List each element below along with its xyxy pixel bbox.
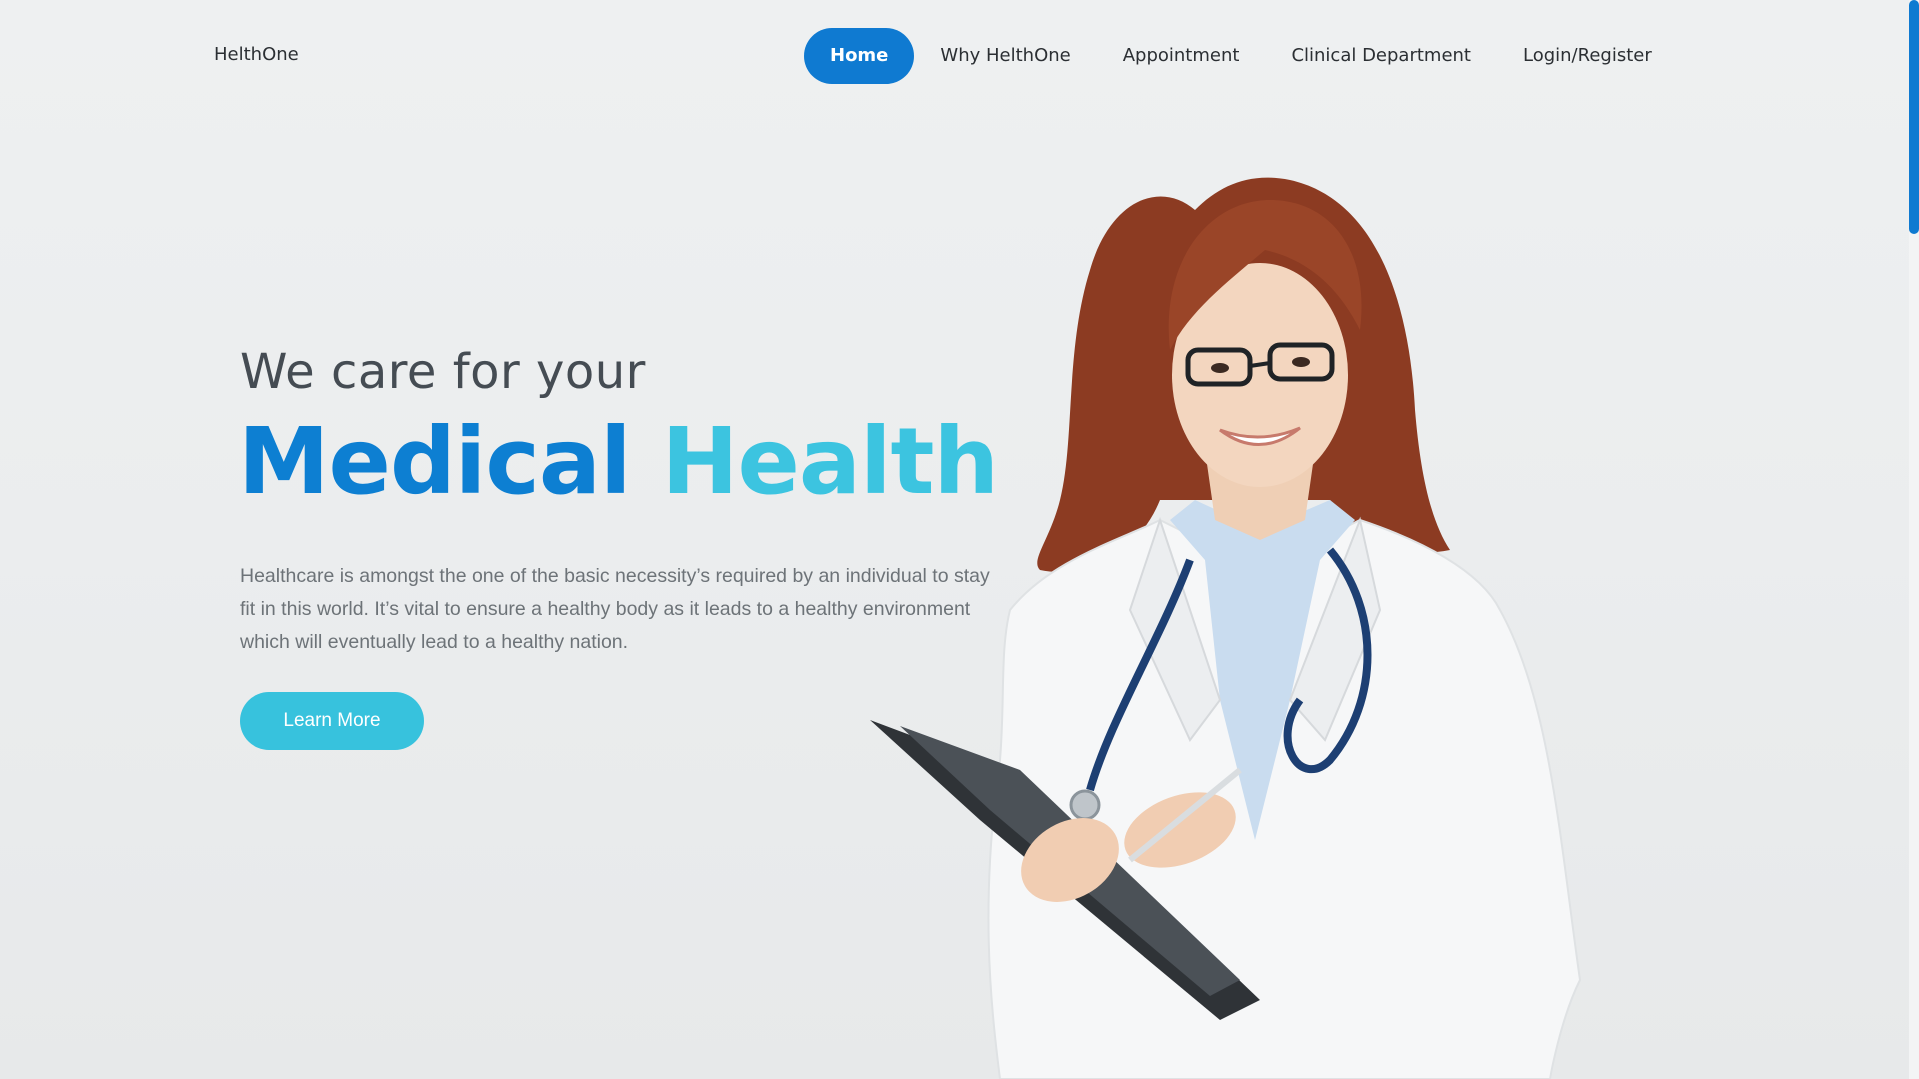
- learn-more-button[interactable]: Learn More: [240, 692, 424, 750]
- nav-item-home[interactable]: Home: [804, 28, 915, 84]
- nav-item-appointment[interactable]: Appointment: [1097, 28, 1266, 84]
- brand-logo[interactable]: HelthOne: [214, 44, 299, 65]
- nav-item-clinical-department[interactable]: Clinical Department: [1265, 28, 1497, 84]
- nav-item-why[interactable]: Why HelthOne: [914, 28, 1096, 84]
- scrollbar-track[interactable]: [1909, 0, 1919, 1079]
- hero-pretitle: We care for your: [240, 344, 646, 400]
- main-nav: Home Why HelthOne Appointment Clinical D…: [804, 28, 1678, 84]
- scrollbar-thumb[interactable]: [1909, 0, 1919, 234]
- nav-item-login-register[interactable]: Login/Register: [1497, 28, 1678, 84]
- doctor-image: [870, 177, 1582, 1079]
- hero-title-word-medical: Medical: [238, 408, 631, 515]
